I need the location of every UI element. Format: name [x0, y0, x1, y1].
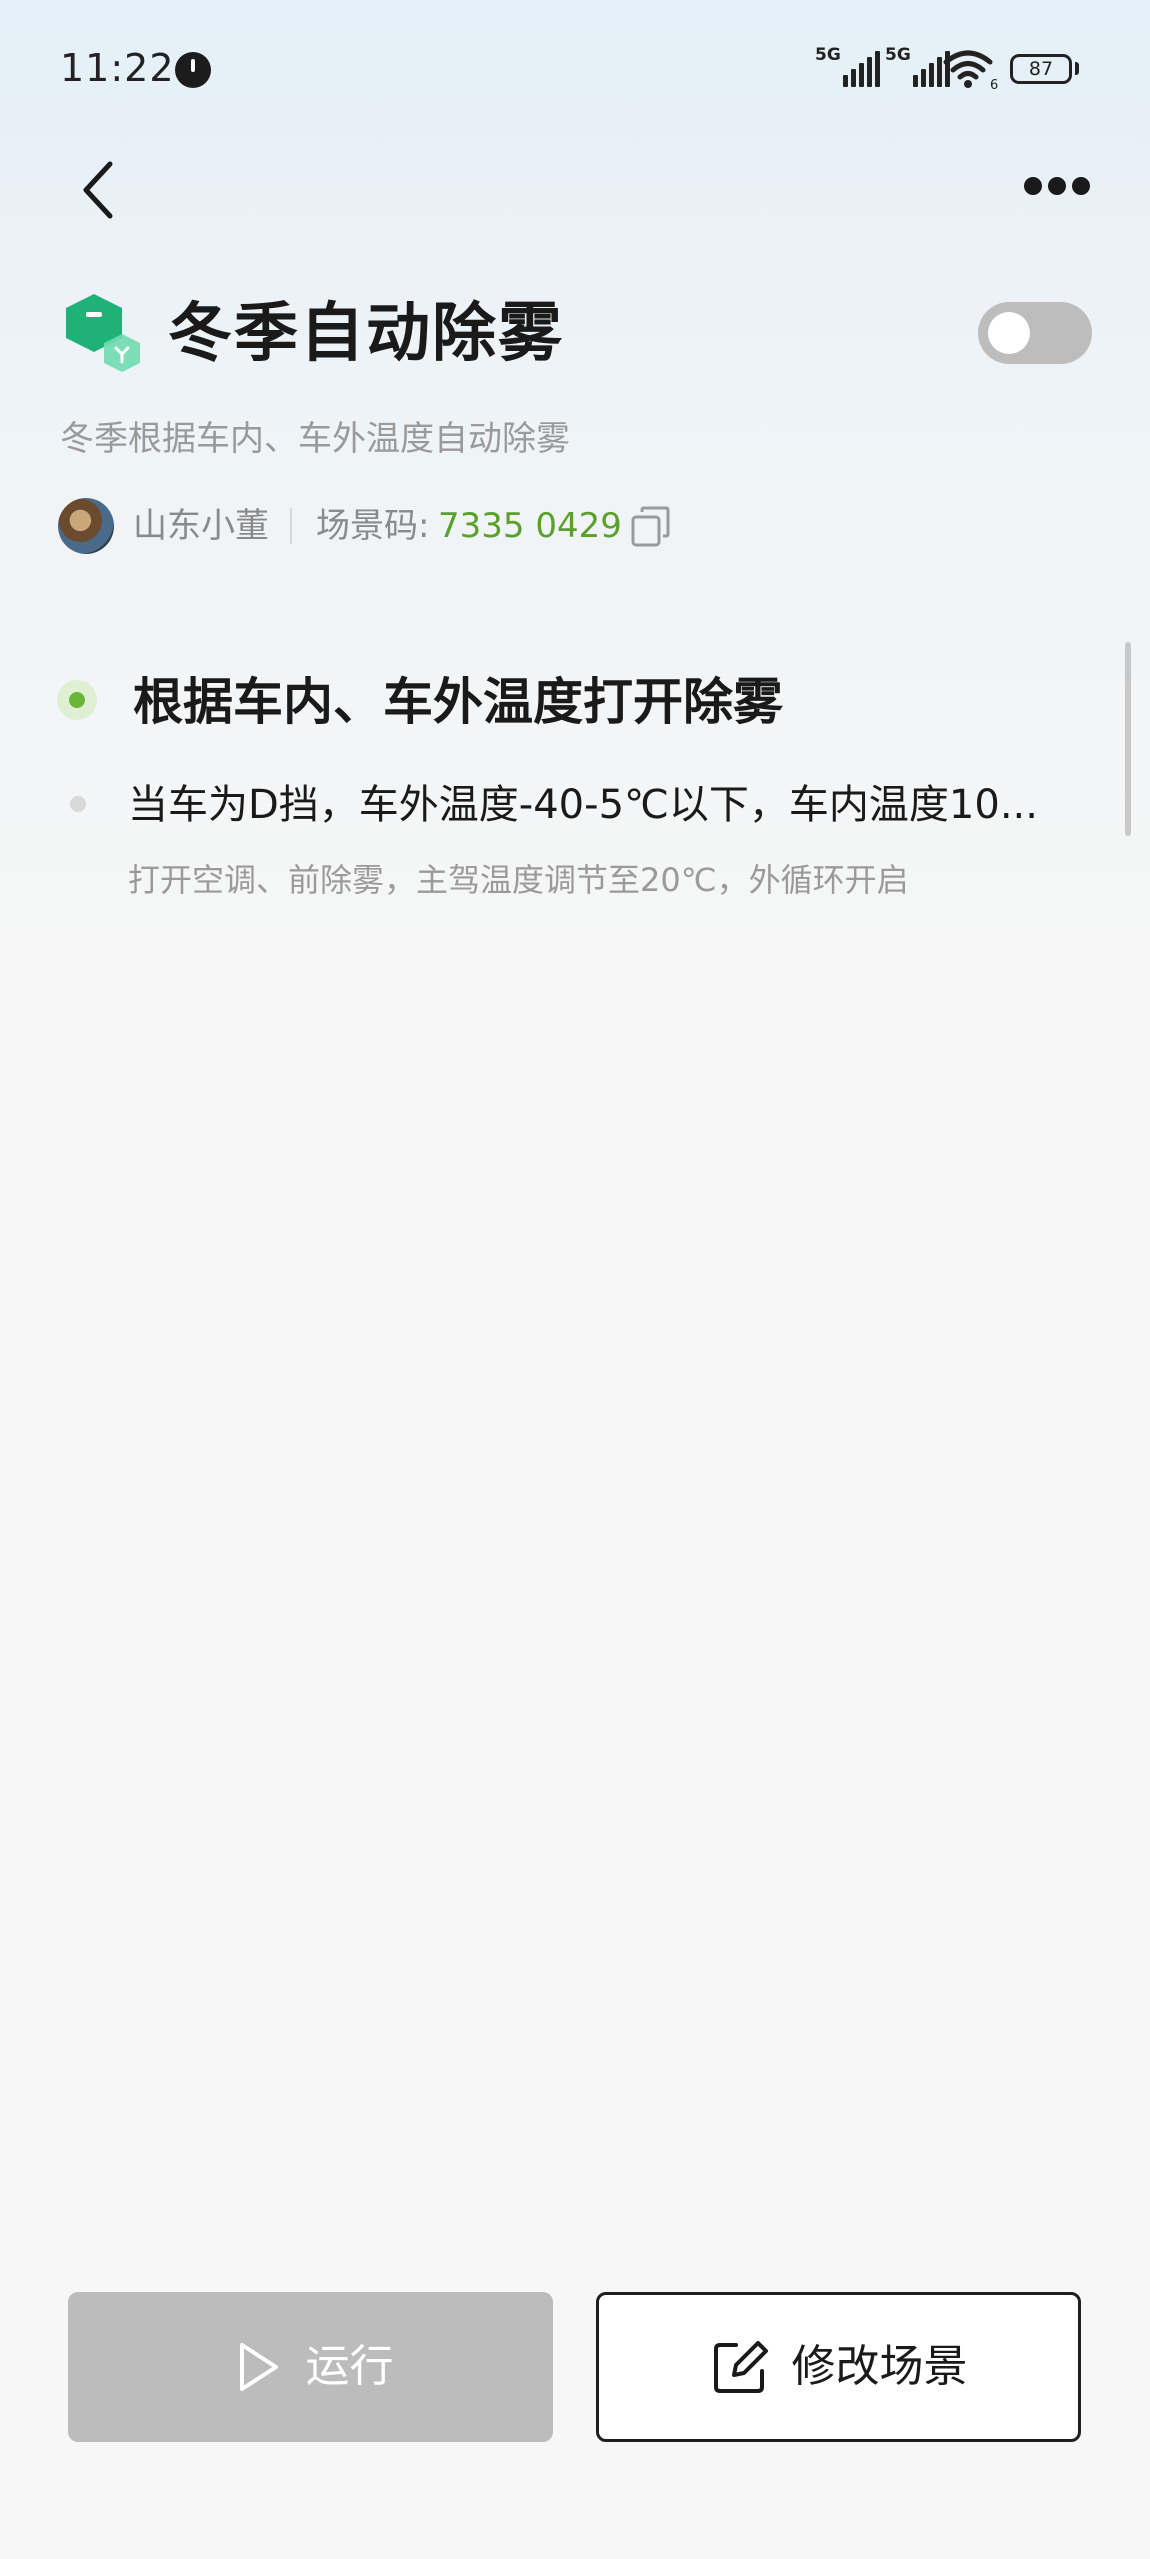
- author-avatar[interactable]: [58, 498, 114, 554]
- rule-trigger[interactable]: 当车为D挡，车外温度-40-5℃以下，车内温度10...: [128, 775, 1128, 835]
- author-name[interactable]: 山东小董: [133, 502, 269, 550]
- page-title: 冬季自动除雾: [168, 297, 564, 371]
- scene-enable-toggle[interactable]: [978, 302, 1092, 364]
- rule-bullet: [70, 796, 86, 812]
- scene-code-value: 7335 0429: [438, 506, 622, 546]
- wifi-badge: 6: [990, 78, 998, 90]
- condition-indicator: [57, 680, 97, 720]
- run-button[interactable]: 运行: [68, 2292, 553, 2442]
- copy-icon: [631, 506, 670, 547]
- play-icon: [239, 2343, 278, 2391]
- divider: [290, 508, 292, 544]
- edit-scene-button[interactable]: 修改场景: [596, 2292, 1081, 2442]
- status-time: 11:22: [60, 46, 175, 90]
- scene-code-label: 场景码:: [316, 506, 430, 546]
- condition-title: 根据车内、车外温度打开除雾: [133, 673, 783, 731]
- wifi-icon: 6: [943, 50, 998, 90]
- scene-description: 冬季根据车内、车外温度自动除雾: [60, 419, 570, 459]
- back-button[interactable]: [60, 150, 140, 230]
- run-button-label: 运行: [305, 2341, 394, 2392]
- smart-scene-cube-icon: [66, 294, 140, 372]
- network-type-label: 5G: [815, 45, 841, 65]
- toggle-knob: [988, 312, 1030, 354]
- network-type-label: 5G: [885, 45, 911, 65]
- more-options-button[interactable]: [1010, 158, 1100, 214]
- battery-indicator: 87: [1010, 54, 1072, 84]
- battery-tip: [1075, 62, 1079, 75]
- cellular-signal-icon: 5G: [815, 45, 885, 87]
- edit-icon: [713, 2341, 768, 2393]
- rule-action: 打开空调、前除雾，主驾温度调节至20℃，外循环开启: [128, 861, 909, 899]
- chevron-left-icon: [83, 161, 113, 219]
- clock-app-icon: [175, 52, 211, 88]
- copy-code-button[interactable]: [628, 504, 674, 550]
- edit-scene-button-label: 修改场景: [791, 2341, 968, 2392]
